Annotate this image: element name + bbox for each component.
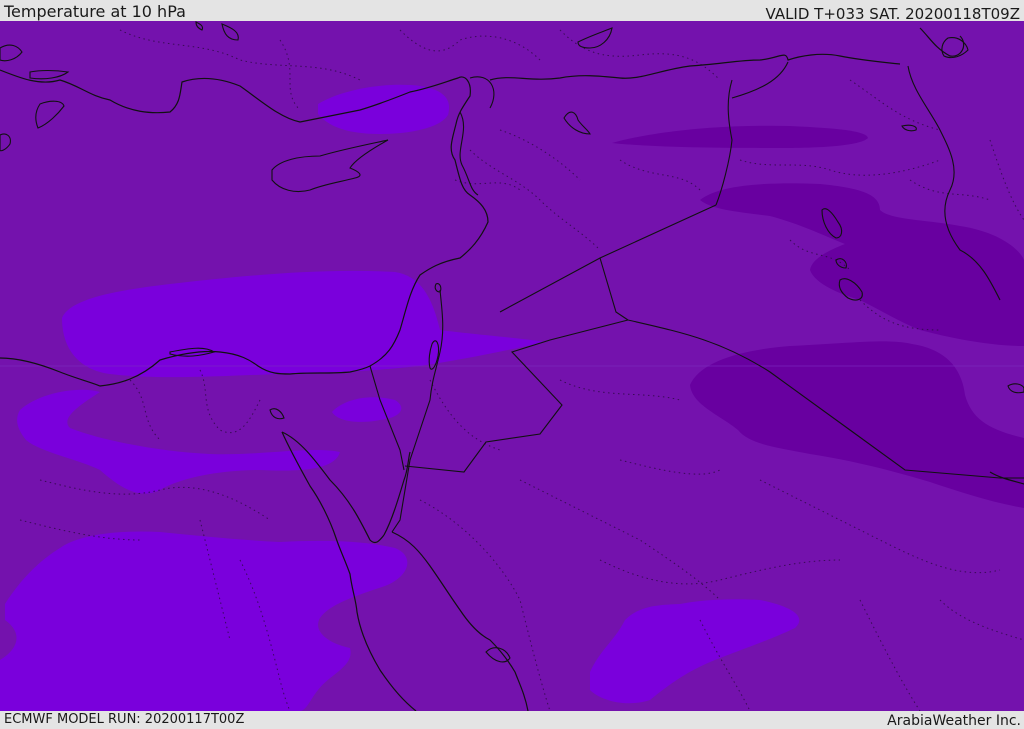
temperature-map[interactable] xyxy=(0,21,1024,711)
credit-label: ArabiaWeather Inc. xyxy=(887,713,1021,729)
model-run-label: ECMWF MODEL RUN: 20200117T00Z xyxy=(4,712,245,727)
valid-time-label: VALID T+033 SAT. 20200118T09Z xyxy=(765,5,1020,23)
map-title: Temperature at 10 hPa xyxy=(4,2,186,21)
